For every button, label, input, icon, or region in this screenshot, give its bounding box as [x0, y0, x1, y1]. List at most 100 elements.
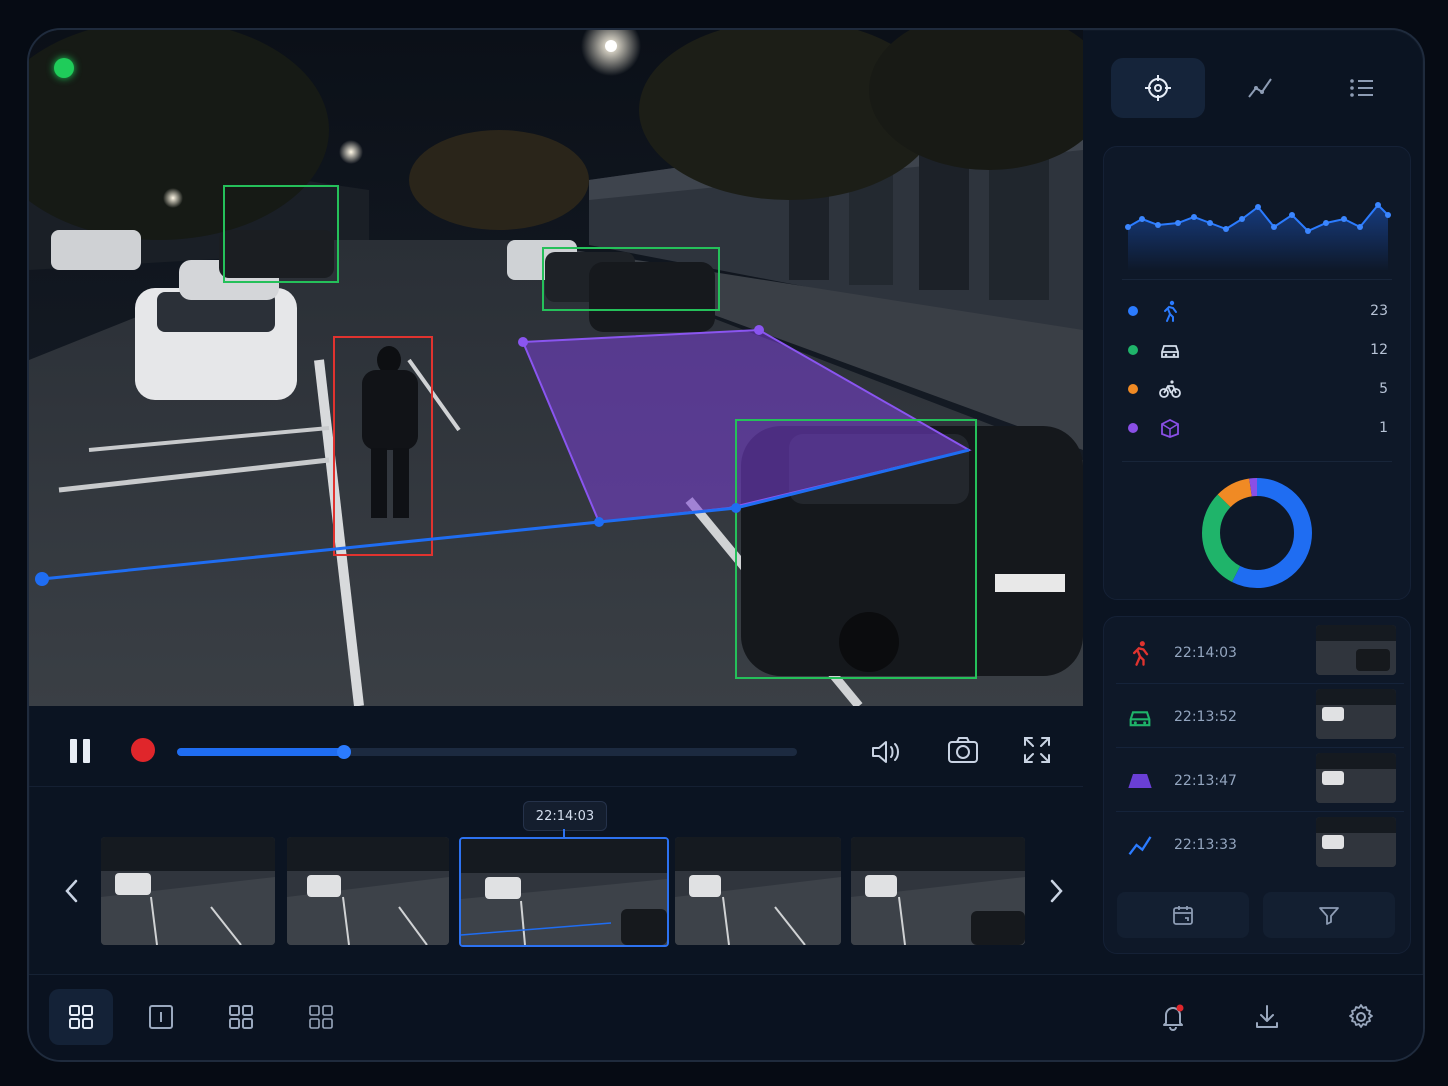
seek-bar-handle[interactable] — [337, 745, 352, 759]
chevron-left-icon — [65, 879, 78, 903]
camera-feed[interactable] — [29, 30, 1083, 706]
thumbnail-image — [461, 839, 667, 945]
filmstrip-prev-button[interactable] — [57, 873, 87, 909]
volume-button[interactable] — [867, 734, 903, 770]
filmstrip-next-button[interactable] — [1041, 873, 1071, 909]
event-thumbnail[interactable] — [1316, 625, 1396, 675]
event-thumbnail[interactable] — [1316, 817, 1396, 867]
filmstrip-thumbnail[interactable] — [101, 837, 275, 945]
car-icon — [1129, 711, 1151, 727]
thumbnail-image — [287, 837, 449, 945]
statistics-card: 23 12 5 1 — [1103, 146, 1411, 600]
stat-count: 5 — [1379, 381, 1388, 397]
layout-outline-grid-button[interactable] — [289, 989, 353, 1045]
volume-icon — [872, 741, 899, 763]
grid-2x2-icon — [69, 1005, 93, 1029]
grid-alt-icon — [229, 1005, 253, 1029]
fullscreen-button[interactable] — [1019, 732, 1055, 768]
event-thumbnail[interactable] — [1316, 753, 1396, 803]
stat-row-people[interactable]: 23 — [1128, 297, 1388, 325]
tab-trends[interactable] — [1213, 58, 1307, 118]
event-time: 22:13:52 — [1174, 709, 1237, 725]
layout-alt-grid-button[interactable] — [209, 989, 273, 1045]
divider — [1122, 461, 1392, 462]
event-item[interactable]: 22:13:47 — [1116, 753, 1404, 812]
timeline-filmstrip: 22:14:03 — [29, 786, 1083, 997]
legend-dot — [1128, 384, 1138, 394]
settings-icon — [1349, 1004, 1373, 1028]
filter-button[interactable] — [1263, 892, 1395, 938]
event-time: 22:13:47 — [1174, 773, 1237, 789]
filmstrip-thumbnail[interactable] — [675, 837, 841, 945]
tab-detection[interactable] — [1111, 58, 1205, 118]
seek-bar-fill — [177, 748, 345, 756]
target-icon — [1145, 75, 1171, 101]
bell-icon — [1163, 1004, 1184, 1031]
tab-list[interactable] — [1315, 58, 1409, 118]
download-button[interactable] — [1235, 989, 1299, 1045]
event-item[interactable]: 22:14:03 — [1116, 625, 1404, 684]
fullscreen-icon — [1024, 737, 1050, 763]
filter-icon — [1319, 907, 1339, 925]
event-time: 22:13:33 — [1174, 837, 1237, 853]
distribution-donut-chart — [1202, 478, 1312, 588]
stat-count: 1 — [1379, 420, 1388, 436]
analytics-panel: 23 12 5 1 22:14:03 22:13:52 22:13:47 22:… — [1103, 30, 1423, 974]
event-thumbnail[interactable] — [1316, 689, 1396, 739]
stat-row-zone[interactable]: 1 — [1128, 414, 1388, 442]
single-view-icon — [149, 1005, 173, 1029]
stat-count: 12 — [1370, 342, 1388, 358]
panel-tabs — [1111, 58, 1407, 120]
pause-button[interactable] — [67, 736, 93, 766]
thumbnail-image — [1316, 625, 1396, 675]
seek-bar[interactable] — [177, 745, 797, 759]
event-item[interactable]: 22:13:52 — [1116, 689, 1404, 748]
download-icon — [1256, 1005, 1278, 1028]
zone-icon — [1128, 774, 1152, 788]
thumbnail-image — [851, 837, 1025, 945]
event-time: 22:14:03 — [1174, 645, 1237, 661]
legend-dot — [1128, 306, 1138, 316]
notifications-button[interactable] — [1141, 989, 1205, 1045]
event-item[interactable]: 22:13:33 — [1116, 817, 1404, 875]
trend-icon — [1248, 78, 1272, 98]
timeline-current-time: 22:14:03 — [523, 801, 607, 831]
record-button[interactable] — [131, 738, 155, 762]
thumbnail-image — [1316, 689, 1396, 739]
person-run-icon — [1133, 641, 1149, 666]
thumbnail-image — [675, 837, 841, 945]
pause-icon — [67, 739, 93, 763]
bottom-toolbar — [29, 974, 1423, 1060]
legend-dot — [1128, 423, 1138, 433]
app-frame: 22:14:03 23 12 5 1 22:14:03 22:13:52 22:… — [27, 28, 1425, 1062]
trend-icon — [1128, 836, 1152, 856]
zone-icon — [1161, 418, 1179, 438]
filmstrip-thumbnail[interactable] — [851, 837, 1025, 945]
camera-icon — [948, 737, 978, 763]
notification-badge — [1176, 1004, 1184, 1012]
bicycle-icon — [1159, 380, 1181, 398]
divider — [1122, 279, 1392, 280]
date-filter-button[interactable] — [1117, 892, 1249, 938]
car-icon — [1161, 345, 1179, 358]
person-run-icon — [1164, 300, 1177, 322]
layout-single-button[interactable] — [129, 989, 193, 1045]
filmstrip-thumbnail-selected[interactable] — [459, 837, 669, 947]
filmstrip-thumbnail[interactable] — [287, 837, 449, 945]
grid-outline-icon — [309, 1005, 333, 1029]
live-status-indicator — [54, 58, 74, 78]
thumbnail-image — [101, 837, 275, 945]
street-scene — [29, 30, 1083, 706]
stat-row-cars[interactable]: 12 — [1128, 336, 1388, 364]
layout-grid-button[interactable] — [49, 989, 113, 1045]
calendar-icon — [1173, 906, 1193, 925]
thumbnail-image — [1316, 817, 1396, 867]
stat-count: 23 — [1370, 303, 1388, 319]
chevron-right-icon — [1050, 879, 1063, 903]
stat-row-bicycles[interactable]: 5 — [1128, 375, 1388, 403]
legend-dot — [1128, 345, 1138, 355]
playback-controls — [29, 706, 1083, 786]
settings-button[interactable] — [1329, 989, 1393, 1045]
activity-sparkline — [1125, 202, 1391, 271]
snapshot-button[interactable] — [945, 732, 981, 768]
